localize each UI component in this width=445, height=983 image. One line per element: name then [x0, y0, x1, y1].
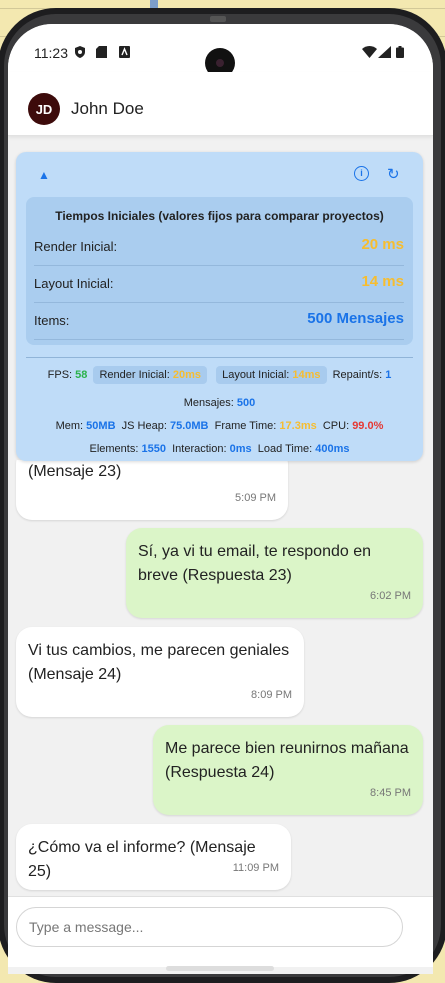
metric-row-items: Items: 500 Mensajes — [34, 303, 404, 340]
frame-time-value: 17.3ms — [279, 420, 317, 432]
initial-times-card: Tiempos Iniciales (valores fijos para co… — [26, 197, 413, 345]
layout-chip: Layout Inicial: 14ms — [216, 366, 327, 384]
stats-row-3: Mem: 50MB JS Heap: 75.0MB Frame Time: 17… — [55, 420, 384, 432]
metric-row-layout: Layout Inicial: 14 ms — [34, 266, 404, 303]
chat-header: JD John Doe — [8, 72, 433, 136]
mem-value: 50MB — [86, 420, 116, 432]
metric-value: 14 ms — [361, 273, 404, 290]
message-text: Me parece bien reunirnos mañana (Respues… — [165, 740, 409, 781]
home-indicator[interactable] — [166, 966, 274, 971]
message-time: 11:09 PM — [232, 862, 279, 874]
metric-row-render: Render Inicial: 20 ms — [34, 229, 404, 266]
metric-label: Render Inicial: — [34, 239, 118, 254]
battery-icon — [396, 46, 404, 58]
message-time: 6:02 PM — [370, 590, 411, 602]
wifi-icon — [362, 46, 377, 58]
initial-times-title: Tiempos Iniciales (valores fijos para co… — [55, 209, 384, 223]
metric-label: Layout Inicial: — [34, 276, 114, 291]
contact-name[interactable]: John Doe — [71, 99, 144, 119]
message-list[interactable]: (Mensaje 23) 5:09 PM Sí, ya vi tu email,… — [8, 460, 433, 920]
screen: 11:23 JD John Doe (Mensaje 23) 5:09 PM S… — [8, 24, 433, 974]
message-input[interactable] — [16, 907, 403, 947]
metric-label: Items: — [34, 313, 70, 328]
composer-bar — [8, 896, 433, 967]
signal-icon — [378, 46, 391, 58]
load-time-value: 400ms — [315, 443, 350, 455]
message-bubble: (Mensaje 23) 5:09 PM — [16, 460, 288, 520]
shield-icon — [75, 46, 85, 58]
stats-row-1: FPS: 58 Render Inicial: 20ms Layout Inic… — [16, 366, 423, 384]
message-bubble: Sí, ya vi tu email, te respondo en breve… — [126, 528, 423, 618]
repaint-value: 1 — [385, 369, 392, 381]
notification-a-icon — [119, 46, 130, 58]
metric-value: 20 ms — [361, 236, 404, 253]
message-text: (Mensaje 23) — [28, 463, 122, 480]
message-bubble: Vi tus cambios, me parecen geniales (Men… — [16, 627, 304, 717]
performance-panel: ▲ i ↻ Tiempos Iniciales (valores fijos p… — [16, 152, 423, 461]
avatar[interactable]: JD — [28, 93, 60, 125]
status-bar: 11:23 — [8, 24, 433, 78]
cpu-value: 99.0% — [352, 420, 384, 432]
message-time: 8:09 PM — [251, 689, 292, 701]
sd-card-icon — [96, 46, 107, 58]
message-text: Vi tus cambios, me parecen geniales (Men… — [28, 642, 290, 683]
message-text: Sí, ya vi tu email, te respondo en breve… — [138, 543, 372, 584]
message-bubble: ¿Cómo va el informe? (Mensaje 25) 11:09 … — [16, 824, 291, 890]
messages-value: 500 — [236, 397, 256, 409]
jsheap-value: 75.0MB — [169, 420, 209, 432]
fps-value: 58 — [75, 369, 88, 381]
refresh-icon[interactable]: ↻ — [387, 165, 400, 183]
elements-value: 1550 — [141, 443, 166, 455]
collapse-triangle-icon[interactable]: ▲ — [38, 168, 50, 182]
message-bubble: Me parece bien reunirnos mañana (Respues… — [153, 725, 423, 815]
info-icon[interactable]: i — [354, 166, 369, 181]
stats-row-4: Elements: 1550 Interaction: 0ms Load Tim… — [89, 443, 350, 455]
status-time: 11:23 — [34, 45, 68, 61]
stats-row-2: Mensajes: 500 — [183, 397, 256, 409]
message-time: 8:45 PM — [370, 787, 411, 799]
metric-value: 500 Mensajes — [307, 310, 404, 327]
interaction-value: 0ms — [229, 443, 252, 455]
message-time: 5:09 PM — [235, 492, 276, 504]
render-chip: Render Inicial: 20ms — [93, 366, 208, 384]
